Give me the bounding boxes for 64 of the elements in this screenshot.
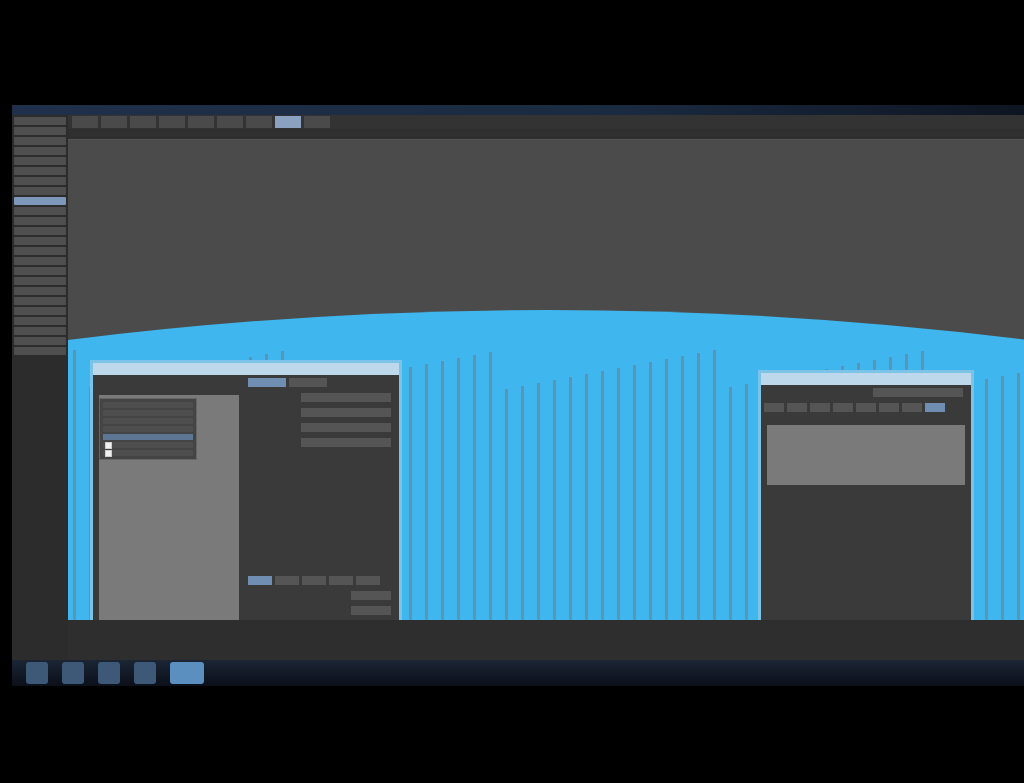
menu-tab[interactable]: [246, 116, 272, 128]
sidebar-button[interactable]: [14, 277, 66, 285]
sidebar-button[interactable]: [14, 147, 66, 155]
sidebar-button[interactable]: [14, 287, 66, 295]
taskbar-app-icon[interactable]: [62, 662, 84, 684]
menu-item[interactable]: [103, 450, 193, 456]
value-field[interactable]: [351, 591, 391, 600]
sidebar-button[interactable]: [14, 237, 66, 245]
dialog-tab[interactable]: [787, 403, 807, 412]
value-field[interactable]: [351, 606, 391, 615]
dropdown-field[interactable]: [301, 438, 391, 447]
menu-tab[interactable]: [101, 116, 127, 128]
taskbar-app-icon[interactable]: [170, 662, 204, 684]
menu-tab[interactable]: [275, 116, 301, 128]
dialog-tab[interactable]: [810, 403, 830, 412]
dropdown-field[interactable]: [301, 423, 391, 432]
sidebar-button[interactable]: [14, 157, 66, 165]
menu-tab[interactable]: [304, 116, 330, 128]
menu-item[interactable]: [103, 442, 193, 448]
sidebar-button[interactable]: [14, 167, 66, 175]
taskbar-app-icon[interactable]: [134, 662, 156, 684]
dialog-tab[interactable]: [356, 576, 380, 585]
checkbox[interactable]: [105, 441, 112, 449]
taskbar-app-icon[interactable]: [98, 662, 120, 684]
sidebar-button[interactable]: [14, 327, 66, 335]
sidebar-button[interactable]: [14, 177, 66, 185]
taskbar-app-icon[interactable]: [26, 662, 48, 684]
dropdown-field[interactable]: [301, 408, 391, 417]
sidebar-button[interactable]: [14, 317, 66, 325]
sidebar-button[interactable]: [14, 297, 66, 305]
menu-tab[interactable]: [130, 116, 156, 128]
sidebar-button[interactable]: [14, 257, 66, 265]
dialog-tab[interactable]: [302, 576, 326, 585]
menu-tab[interactable]: [159, 116, 185, 128]
sidebar-button[interactable]: [14, 267, 66, 275]
sidebar-button[interactable]: [14, 217, 66, 225]
dialog-tab[interactable]: [248, 576, 272, 585]
dialog-tab[interactable]: [248, 378, 286, 387]
menu-tab[interactable]: [72, 116, 98, 128]
dialog-tab[interactable]: [925, 403, 945, 412]
dialog-tab[interactable]: [329, 576, 353, 585]
dialog-tab[interactable]: [289, 378, 327, 387]
dialog-tab[interactable]: [879, 403, 899, 412]
sidebar-button[interactable]: [14, 137, 66, 145]
input-field[interactable]: [873, 388, 963, 397]
sidebar-button[interactable]: [14, 127, 66, 135]
dialog-tab[interactable]: [764, 403, 784, 412]
dialog-tab[interactable]: [902, 403, 922, 412]
sidebar-button[interactable]: [14, 187, 66, 195]
dialog-tab[interactable]: [833, 403, 853, 412]
sidebar-button[interactable]: [14, 197, 66, 205]
sidebar-button[interactable]: [14, 207, 66, 215]
dropdown-field[interactable]: [301, 393, 391, 402]
sidebar-button[interactable]: [14, 117, 66, 125]
sidebar-button[interactable]: [14, 227, 66, 235]
dialog-tab[interactable]: [856, 403, 876, 412]
menu-tab[interactable]: [217, 116, 243, 128]
sidebar-button[interactable]: [14, 347, 66, 355]
sidebar-button[interactable]: [14, 337, 66, 345]
checkbox[interactable]: [105, 449, 112, 457]
menu-tab[interactable]: [188, 116, 214, 128]
sidebar-button[interactable]: [14, 247, 66, 255]
sidebar-button[interactable]: [14, 307, 66, 315]
dialog-tab[interactable]: [275, 576, 299, 585]
